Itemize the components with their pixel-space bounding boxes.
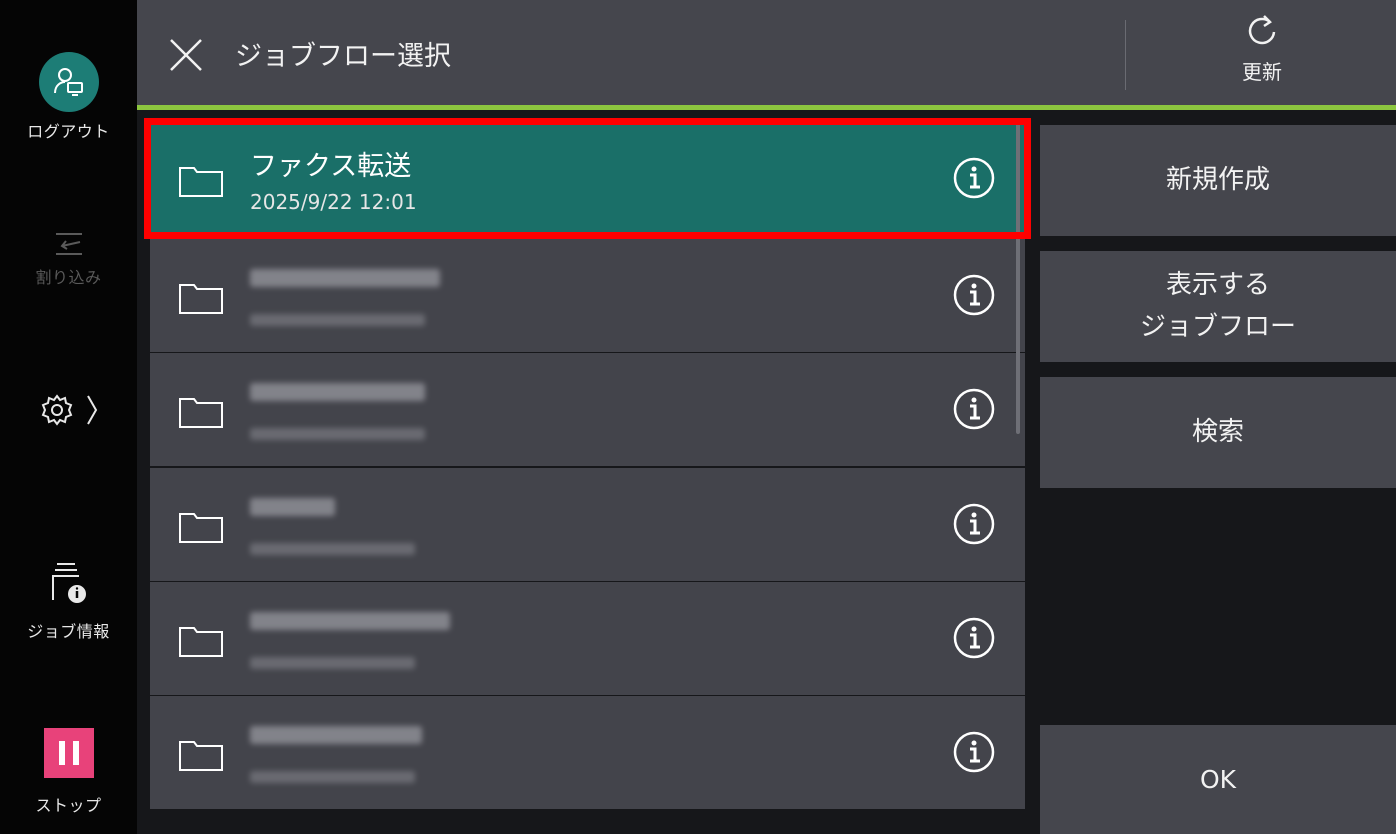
interrupt-button[interactable]: 割り込み — [0, 228, 137, 288]
folder-icon — [179, 398, 223, 428]
stop-label: ストップ — [35, 796, 102, 815]
job-info-label: ジョブ情報 — [27, 622, 110, 641]
show-jobflow-label-line1: 表示する — [1165, 269, 1270, 300]
folder-icon — [179, 513, 223, 543]
folder-icon — [179, 284, 223, 314]
show-jobflow-label-line2: ジョブフロー — [1139, 311, 1296, 342]
gear-icon — [41, 394, 72, 426]
job-info-button[interactable]: ジョブ情報 — [0, 560, 137, 642]
jobflow-name-redacted — [250, 269, 440, 287]
search-label: 検索 — [1191, 416, 1244, 447]
jobflow-date-redacted — [250, 428, 425, 440]
jobflow-name: ファクス転送 — [250, 151, 412, 182]
interrupt-icon — [55, 233, 82, 255]
header-divider — [1125, 20, 1126, 90]
jobflow-row[interactable] — [150, 353, 1025, 466]
logout-button[interactable]: ログアウト — [0, 52, 137, 142]
jobflow-row[interactable] — [150, 582, 1025, 695]
close-icon — [170, 39, 202, 71]
refresh-icon — [1248, 15, 1276, 45]
jobflow-row[interactable]: ファクス転送 2025/9/22 12:01 — [150, 122, 1025, 235]
logout-label: ログアウト — [27, 122, 110, 141]
ok-label: OK — [1199, 764, 1237, 794]
info-icon[interactable] — [952, 387, 996, 431]
new-jobflow-button[interactable]: 新規作成 — [1040, 125, 1396, 236]
folder-icon — [179, 167, 223, 197]
search-button[interactable]: 検索 — [1040, 377, 1396, 488]
info-icon[interactable] — [952, 502, 996, 546]
show-jobflow-button[interactable]: 表示する ジョブフロー — [1040, 251, 1396, 362]
jobflow-row[interactable] — [150, 468, 1025, 581]
chevron-right-icon — [86, 395, 97, 425]
jobflow-date-redacted — [250, 657, 415, 669]
page-title: ジョブフロー選択 — [235, 41, 451, 72]
list-scrollbar[interactable] — [1016, 122, 1020, 434]
header-bar: ジョブフロー選択 更新 — [137, 0, 1396, 105]
jobflow-name-redacted — [250, 383, 425, 401]
jobflow-row[interactable] — [150, 239, 1025, 352]
refresh-button[interactable]: 更新 — [1197, 10, 1327, 100]
jobflow-name-redacted — [250, 726, 422, 744]
refresh-label: 更新 — [1242, 60, 1282, 84]
user-icon — [38, 52, 99, 112]
ok-button[interactable]: OK — [1040, 725, 1396, 834]
new-jobflow-label: 新規作成 — [1165, 164, 1270, 195]
close-button[interactable] — [167, 36, 205, 74]
jobflow-date-redacted — [250, 314, 425, 326]
folder-icon — [179, 741, 223, 771]
job-info-icon — [51, 563, 86, 603]
info-icon[interactable] — [952, 156, 996, 200]
jobflow-date-redacted — [250, 543, 415, 555]
info-icon[interactable] — [952, 273, 996, 317]
interrupt-label: 割り込み — [35, 268, 102, 287]
pause-icon — [43, 728, 94, 778]
header-accent-bar — [137, 105, 1396, 110]
jobflow-date: 2025/9/22 12:01 — [250, 190, 417, 214]
folder-icon — [179, 627, 223, 657]
jobflow-row[interactable] — [150, 696, 1025, 809]
jobflow-list: ファクス転送 2025/9/22 12:01 — [150, 122, 1025, 834]
jobflow-name-redacted — [250, 612, 450, 630]
jobflow-name-redacted — [250, 498, 335, 516]
jobflow-date-redacted — [250, 771, 415, 783]
left-rail: ログアウト 割り込み ジョブ情報 ストップ — [0, 0, 137, 834]
info-icon[interactable] — [952, 616, 996, 660]
settings-expand-button[interactable] — [0, 392, 137, 428]
stop-button[interactable]: ストップ — [0, 728, 137, 816]
info-icon[interactable] — [952, 730, 996, 774]
